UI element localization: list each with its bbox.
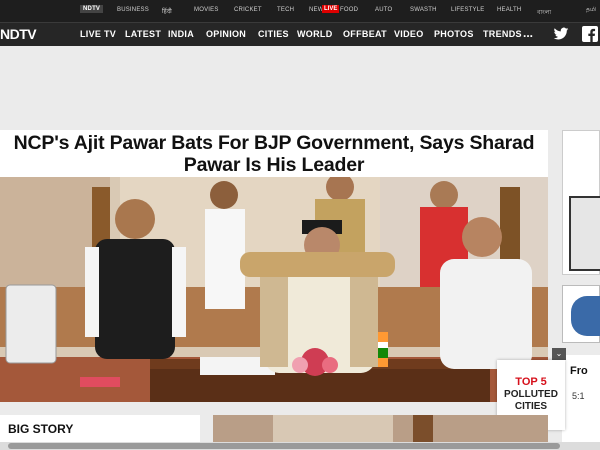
topbar-item-cricket[interactable]: CRICKET (234, 7, 262, 13)
article-headline[interactable]: NCP's Ajit Pawar Bats For BJP Government… (0, 132, 548, 176)
right-rail: Fro 5:1 (562, 130, 600, 450)
nav-item-cities[interactable]: CITIES (258, 29, 289, 39)
topbar-item-hindi[interactable]: हिंदी (162, 7, 172, 15)
article-hero-image[interactable] (0, 177, 548, 402)
topbar-item-bangla[interactable]: বাংলা (537, 7, 551, 18)
nav-item-trends[interactable]: TRENDS (483, 29, 522, 39)
rail-teaser-time: 5:1 (572, 391, 585, 401)
topbar-item-lifestyle[interactable]: LIFESTYLE (451, 7, 484, 13)
story-thumbnail[interactable] (213, 415, 548, 445)
train-icon (571, 296, 600, 336)
topbar-item-business[interactable]: BUSINESS (117, 7, 149, 13)
nav-item-offbeat[interactable]: OFFBEAT (343, 29, 387, 39)
ad-placeholder (0, 46, 600, 130)
headline-container: NCP's Ajit Pawar Bats For BJP Government… (0, 130, 548, 177)
topbar-item-movies[interactable]: MOVIES (194, 7, 219, 13)
nav-item-latest[interactable]: LATEST (125, 29, 161, 39)
rail-teaser[interactable]: Fro 5:1 (562, 355, 600, 450)
nav-more-button[interactable]: ... (523, 26, 533, 40)
main-navbar: NDTV LIVE TV LATEST INDIA OPINION CITIES… (0, 22, 600, 46)
nav-item-live-tv[interactable]: LIVE TV (80, 29, 116, 39)
topbar-item-health[interactable]: HEALTH (497, 7, 521, 13)
nav-item-opinion[interactable]: OPINION (206, 29, 246, 39)
live-badge: LIVE (322, 5, 340, 13)
nav-item-photos[interactable]: PHOTOS (434, 29, 474, 39)
ndtv-logo[interactable]: NDTV (0, 26, 37, 42)
facebook-icon[interactable] (582, 26, 598, 42)
topbar-item-tamil[interactable]: தமி (586, 7, 596, 14)
nav-item-india[interactable]: INDIA (168, 29, 194, 39)
topbar-item-swasth[interactable]: SWASTH (410, 7, 437, 13)
rail-ad-card[interactable] (562, 130, 600, 275)
twitter-icon[interactable] (553, 26, 569, 42)
big-story-heading: BIG STORY (8, 422, 74, 436)
close-icon[interactable]: ⌄ (552, 348, 566, 360)
popup-title: TOP 5 (515, 376, 547, 388)
topbar-item-ndtv[interactable]: NDTV (80, 5, 104, 13)
rail-widget[interactable] (562, 285, 600, 343)
scrollbar-thumb[interactable] (8, 443, 560, 449)
horizontal-scrollbar[interactable] (0, 442, 600, 450)
top-network-bar: NDTV BUSINESS हिंदी MOVIES CRICKET TECH … (0, 0, 600, 22)
topbar-item-tech[interactable]: TECH (277, 7, 294, 13)
topbar-item-food[interactable]: FOOD (340, 7, 358, 13)
popup-subtitle: POLLUTED CITIES (504, 389, 558, 412)
rail-teaser-title: Fro (570, 365, 588, 377)
nav-item-video[interactable]: VIDEO (394, 29, 424, 39)
laptop-image (569, 196, 600, 271)
nav-item-world[interactable]: WORLD (297, 29, 333, 39)
topbar-item-auto[interactable]: AUTO (375, 7, 392, 13)
